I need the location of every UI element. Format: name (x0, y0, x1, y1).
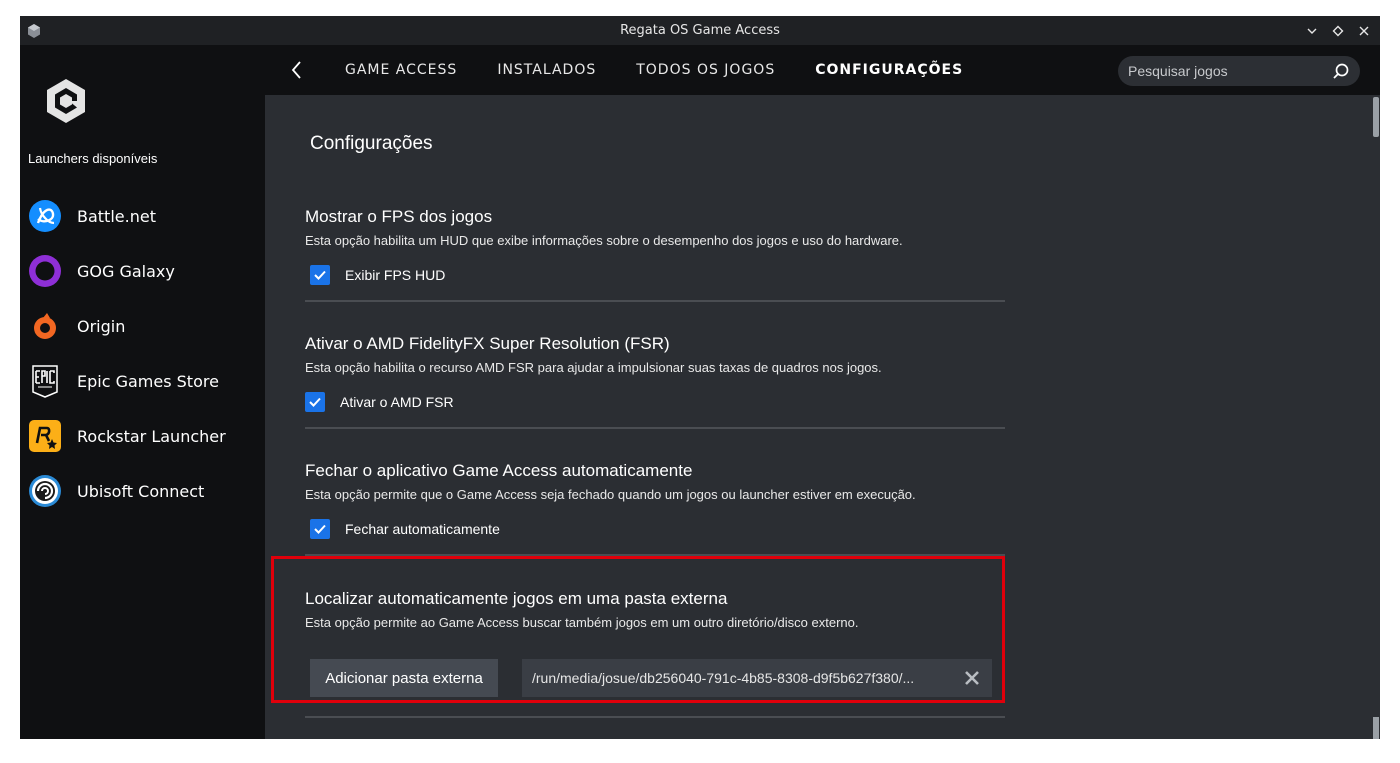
setting-title: Fechar o aplicativo Game Access automati… (305, 461, 693, 480)
scrollbar-thumb[interactable] (1373, 97, 1379, 137)
launcher-label: GOG Galaxy (77, 261, 175, 281)
maximize-icon[interactable] (1330, 23, 1346, 39)
launcher-label: Epic Games Store (77, 371, 219, 391)
rockstar-icon (28, 419, 62, 453)
minimize-icon[interactable] (1304, 23, 1320, 39)
launcher-ubisoft[interactable]: Ubisoft Connect (28, 471, 258, 511)
launchers-heading: Launchers disponíveis (28, 151, 158, 166)
launcher-label: Origin (77, 316, 126, 336)
origin-icon (28, 309, 62, 343)
divider (305, 300, 1005, 302)
back-icon[interactable] (285, 58, 309, 82)
epic-games-icon (28, 364, 62, 398)
tab-game-access[interactable]: GAME ACCESS (345, 62, 457, 78)
top-nav: GAME ACCESS INSTALADOS TODOS OS JOGOS CO… (265, 45, 1380, 95)
setting-description: Esta opção habilita o recurso AMD FSR pa… (305, 360, 882, 375)
tab-configuracoes[interactable]: CONFIGURAÇÕES (815, 62, 963, 78)
launcher-epic-games[interactable]: Epic Games Store (28, 361, 258, 401)
search-input[interactable] (1128, 56, 1323, 86)
launcher-origin[interactable]: Origin (28, 306, 258, 346)
title-bar: Regata OS Game Access (20, 16, 1380, 45)
launcher-gog-galaxy[interactable]: GOG Galaxy (28, 251, 258, 291)
gog-galaxy-icon (28, 254, 62, 288)
ubisoft-icon (28, 474, 62, 508)
check-icon (314, 524, 326, 534)
highlight-annotation (271, 556, 1005, 703)
launcher-label: Rockstar Launcher (77, 426, 226, 446)
launcher-label: Battle.net (77, 206, 156, 226)
fps-hud-checkbox[interactable] (310, 265, 330, 285)
sidebar: Launchers disponíveis Battle.net GOG Gal… (20, 45, 265, 739)
search-icon[interactable] (1332, 62, 1350, 80)
divider (305, 716, 1005, 718)
setting-description: Esta opção habilita um HUD que exibe inf… (305, 233, 903, 248)
check-icon (309, 397, 321, 407)
check-icon (314, 270, 326, 280)
auto-close-checkbox-row[interactable]: Fechar automaticamente (310, 519, 500, 539)
scrollbar-thumb-bottom[interactable] (1373, 717, 1379, 739)
checkbox-label: Fechar automaticamente (345, 521, 500, 537)
page-title: Configurações (310, 133, 433, 154)
fsr-checkbox[interactable] (305, 392, 325, 412)
setting-title: Mostrar o FPS dos jogos (305, 207, 493, 226)
launcher-label: Ubisoft Connect (77, 481, 205, 501)
scrollbar[interactable] (1372, 95, 1380, 739)
fsr-checkbox-row[interactable]: Ativar o AMD FSR (305, 392, 454, 412)
tab-instalados[interactable]: INSTALADOS (497, 62, 596, 78)
tab-todos-os-jogos[interactable]: TODOS OS JOGOS (636, 62, 775, 78)
battlenet-icon (28, 199, 62, 233)
setting-auto-close: Fechar o aplicativo Game Access automati… (305, 461, 1005, 557)
divider (305, 427, 1005, 429)
auto-close-checkbox[interactable] (310, 519, 330, 539)
close-icon[interactable] (1356, 23, 1372, 39)
search-box (1118, 56, 1360, 86)
window-title: Regata OS Game Access (620, 23, 780, 38)
setting-description: Esta opção permite que o Game Access sej… (305, 487, 916, 502)
fps-hud-checkbox-row[interactable]: Exibir FPS HUD (310, 265, 445, 285)
launcher-battlenet[interactable]: Battle.net (28, 196, 258, 236)
setting-title: Ativar o AMD FidelityFX Super Resolution… (305, 334, 670, 353)
checkbox-label: Ativar o AMD FSR (340, 394, 454, 410)
launcher-rockstar[interactable]: Rockstar Launcher (28, 416, 258, 456)
setting-fps: Mostrar o FPS dos jogos Esta opção habil… (305, 207, 1005, 303)
game-access-logo (47, 79, 85, 123)
setting-fsr: Ativar o AMD FidelityFX Super Resolution… (305, 334, 1005, 430)
checkbox-label: Exibir FPS HUD (345, 267, 446, 283)
